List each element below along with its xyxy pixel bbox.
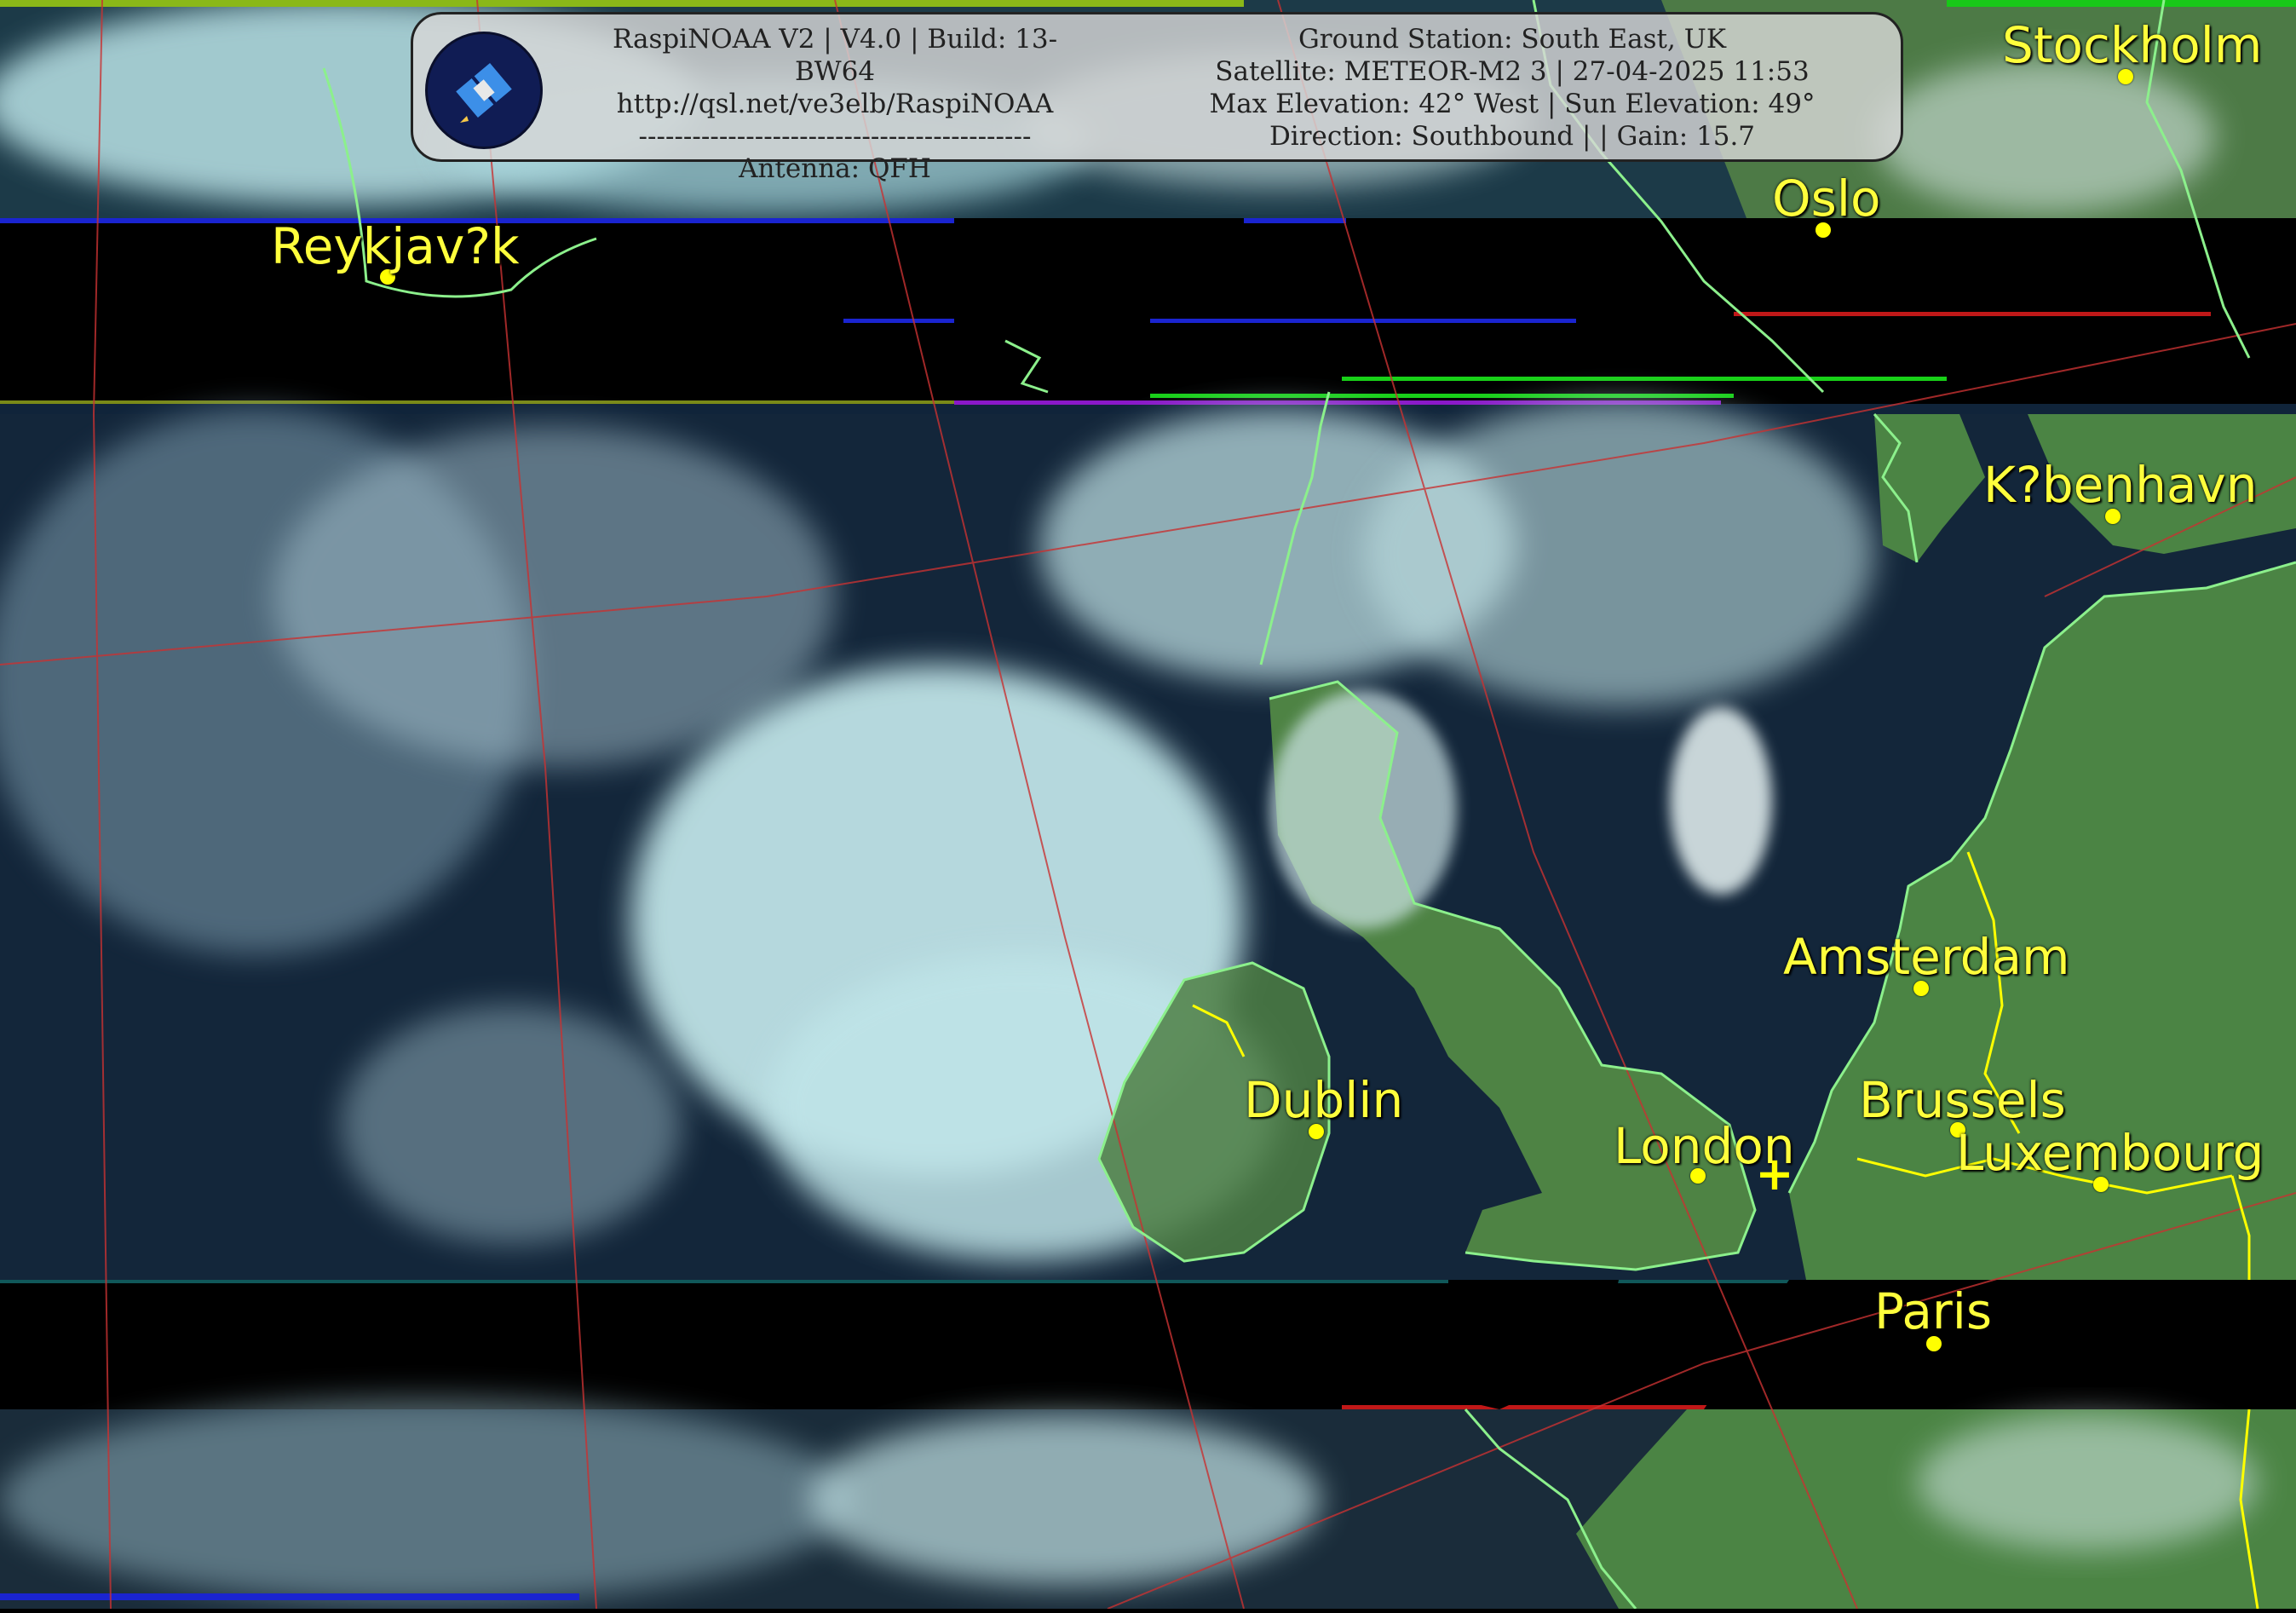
south-strip [0,1397,2296,1609]
satellite-datetime: Satellite: METEOR-M2 3 | 27-04-2025 11:5… [1215,56,1810,87]
satellite-image: RaspiNOAA V2 | V4.0 | Build: 13-BW64 htt… [0,0,2296,1610]
city-label-dublin: Dublin [1244,1071,1404,1129]
city-label-brussels: Brussels [1859,1071,2066,1129]
main-scene [0,400,2296,1280]
city-label-oslo: Oslo [1772,170,1881,228]
separator-line: ----------------------------------------… [638,121,1032,152]
ground-station-marker: + [1755,1147,1794,1201]
city-label-luxembourg: Luxembourg [1956,1124,2264,1182]
city-label-stockholm: Stockholm [2002,16,2263,74]
satellite-icon [425,32,543,149]
station-software-info: RaspiNOAA V2 | V4.0 | Build: 13-BW64 htt… [575,23,1095,185]
city-label-reykjavik: Reykjav?k [271,217,520,275]
software-url: http://qsl.net/ve3elb/RaspiNOAA [616,89,1054,119]
city-label-amsterdam: Amsterdam [1783,928,2070,986]
elevation-info: Max Elevation: 42° West | Sun Elevation:… [1209,89,1816,119]
city-label-kobenhavn: K?benhavn [1983,456,2258,514]
pass-info: Ground Station: South East, UK Satellite… [1146,23,1879,153]
direction-gain: Direction: Southbound | | Gain: 15.7 [1269,121,1756,152]
city-label-paris: Paris [1874,1282,1993,1340]
ground-station: Ground Station: South East, UK [1298,24,1726,55]
antenna-info: Antenna: QFH [739,153,931,184]
software-version: RaspiNOAA V2 | V4.0 | Build: 13-BW64 [612,24,1058,87]
scanline-top [0,0,1244,7]
info-panel: RaspiNOAA V2 | V4.0 | Build: 13-BW64 htt… [411,12,1903,184]
